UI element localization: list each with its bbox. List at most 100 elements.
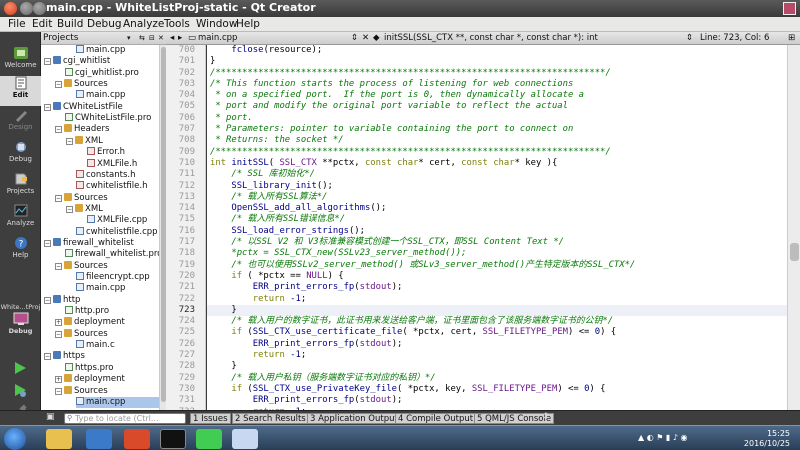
tree-item[interactable]: − Sources <box>55 260 108 272</box>
tree-item[interactable]: cwhitelistfile.h <box>76 181 147 192</box>
code-line[interactable]: *pctx = SSL_CTX_new(SSLv23_server_method… <box>207 248 787 259</box>
menu-edit[interactable]: Edit <box>32 17 52 32</box>
collapse-icon[interactable]: − <box>55 194 62 202</box>
code-line[interactable]: * port. <box>207 113 787 124</box>
tree-item[interactable]: constants.h <box>76 169 135 181</box>
explorer-task-icon[interactable] <box>46 429 72 449</box>
editor-scrollbar-thumb[interactable] <box>790 243 799 261</box>
link-icon[interactable]: ⇆ <box>139 32 145 45</box>
code-line[interactable]: SSL_load_error_strings(); <box>207 226 787 237</box>
menu-window[interactable]: Window <box>196 17 237 32</box>
toggle-sidebar-icon[interactable]: ▣ <box>46 412 55 422</box>
menu-file[interactable]: File <box>8 17 26 32</box>
code-line[interactable]: return -1; <box>207 350 787 361</box>
code-line[interactable]: /* 载入用户私钥（服务端数字证书对应的私钥）*/ <box>207 373 787 384</box>
terminal-task-icon[interactable] <box>160 429 186 449</box>
tree-item[interactable]: − cgi_whitlist <box>44 56 110 67</box>
tree-item[interactable]: − firewall_whitelist <box>44 237 134 249</box>
editor-scrollbar[interactable] <box>787 45 800 410</box>
kit-selector[interactable]: White...tProj Debug <box>0 303 41 335</box>
code-line[interactable]: * Returns: the socket */ <box>207 135 787 146</box>
virtualbox-task-icon[interactable] <box>86 429 112 449</box>
code-line[interactable]: /***************************************… <box>207 68 787 79</box>
tree-item[interactable]: XMLFile.h <box>87 158 137 170</box>
nav-back-icon[interactable]: ◂ <box>170 32 174 45</box>
tree-item[interactable]: cwhitelistfile.cpp <box>76 226 158 238</box>
code-line[interactable]: /* 载入所有SSL算法*/ <box>207 192 787 203</box>
tab-search-results[interactable]: 2 Search Results <box>232 413 309 424</box>
tree-item[interactable]: − Sources <box>55 385 108 397</box>
menu-help[interactable]: Help <box>236 17 260 32</box>
run-button[interactable] <box>12 360 28 378</box>
output-menu-icon[interactable]: ⇕ <box>542 412 550 422</box>
nav-forward-icon[interactable]: ▸ <box>178 32 182 45</box>
mode-welcome[interactable]: Welcome <box>0 46 41 76</box>
tray-icons[interactable]: ▲ ◐ ⚑ ▮ ♪ ◉ <box>638 433 688 442</box>
code-line[interactable]: SSL_library_init(); <box>207 181 787 192</box>
editor-file-tab[interactable]: main.cpp <box>198 32 237 45</box>
code-line[interactable]: ERR_print_errors_fp(stdout); <box>207 282 787 293</box>
code-line[interactable]: /* 也可以使用SSLv2_server_method() 或SLv3_serv… <box>207 260 787 271</box>
tree-item[interactable]: main.c <box>76 340 115 351</box>
projects-panel-title[interactable]: Projects <box>43 32 78 45</box>
tree-item[interactable]: − Headers <box>55 124 109 135</box>
tab-application-output[interactable]: 3 Application Output <box>307 413 401 424</box>
tree-item[interactable]: Error.h <box>87 147 125 158</box>
code-line[interactable]: int initSSL( SSL_CTX **pctx, const char*… <box>207 158 787 169</box>
code-line[interactable]: if (SSL_CTX_use_PrivateKey_file( *pctx, … <box>207 384 787 395</box>
function-dropdown-icon[interactable]: ⇕ <box>686 32 693 45</box>
code-line[interactable]: /* 以SSL V2 和 V3标准兼容模式创建一个SSL_CTX，即SSL Co… <box>207 237 787 248</box>
code-line[interactable]: ERR_print_errors_fp(stdout); <box>207 339 787 350</box>
collapse-icon[interactable]: − <box>66 137 73 145</box>
window-minimize-button[interactable] <box>20 2 33 15</box>
window-maximize-button[interactable] <box>33 2 46 15</box>
code-line[interactable]: if ( *pctx == NULL) { <box>207 271 787 282</box>
project-tree-scrollbar[interactable] <box>159 45 166 410</box>
code-line[interactable]: /* This function starts the process of l… <box>207 79 787 90</box>
mode-debug[interactable]: Debug <box>0 140 41 170</box>
code-line[interactable]: * on a specified port. If the port is 0,… <box>207 90 787 101</box>
split-editor-icon[interactable]: ⊞ <box>788 32 795 45</box>
code-line[interactable]: /* SSL 库初始化*/ <box>207 169 787 180</box>
collapse-icon[interactable]: − <box>55 387 62 395</box>
tree-item[interactable]: main.cpp <box>76 45 125 56</box>
collapse-icon[interactable]: − <box>44 353 51 361</box>
clock[interactable]: 15:25 2016/10/25 <box>744 429 790 449</box>
code-line[interactable]: /***************************************… <box>207 147 787 158</box>
tree-item[interactable]: − XML <box>66 203 103 215</box>
mode-analyze[interactable]: Analyze <box>0 204 41 234</box>
expand-icon[interactable]: + <box>55 376 62 384</box>
split-icon[interactable]: ⊟ <box>149 32 155 45</box>
expand-icon[interactable]: + <box>55 319 62 327</box>
collapse-icon[interactable]: − <box>55 330 62 338</box>
collapse-icon[interactable]: − <box>55 126 62 134</box>
code-line[interactable]: /* 载入用户的数字证书，此证书用来发送给客户端，证书里面包含了该服务端数字证书… <box>207 316 787 327</box>
tree-item[interactable]: main.cpp <box>76 90 125 101</box>
collapse-icon[interactable]: − <box>66 205 73 213</box>
tree-item[interactable]: − Sources <box>55 328 108 340</box>
tree-item[interactable]: − Sources <box>55 192 108 204</box>
window-close-button[interactable] <box>4 2 17 15</box>
tree-item[interactable]: CWhiteListFile.pro <box>65 113 151 124</box>
function-selector[interactable]: initSSL(SSL_CTX **, const char *, const … <box>384 32 598 45</box>
tab-compile-output[interactable]: 4 Compile Output <box>395 413 477 424</box>
tree-item[interactable]: − CWhiteListFile <box>44 101 123 113</box>
code-line[interactable]: } <box>207 361 787 372</box>
collapse-icon[interactable]: − <box>55 262 62 270</box>
code-line[interactable]: * Parameters: pointer to variable contai… <box>207 124 787 135</box>
tree-item[interactable]: https.pro <box>65 362 113 374</box>
collapse-icon[interactable]: − <box>44 239 51 247</box>
tree-item[interactable]: XMLFile.cpp <box>87 215 147 226</box>
window-restore-icon[interactable] <box>783 2 796 15</box>
code-line[interactable]: fclose(resource); <box>207 45 787 56</box>
code-line[interactable]: ERR_print_errors_fp(stdout); <box>207 395 787 406</box>
mode-help[interactable]: ? Help <box>0 236 41 266</box>
code-line[interactable]: /* 载入所有SSL错误信息*/ <box>207 214 787 225</box>
collapse-icon[interactable]: − <box>55 81 62 89</box>
tree-item[interactable]: fileencrypt.cpp <box>76 272 150 283</box>
qt-task-icon[interactable] <box>196 429 222 449</box>
mode-edit[interactable]: Edit <box>0 76 41 106</box>
tree-item[interactable]: cgi_whitlist.pro <box>65 67 139 79</box>
collapse-icon[interactable]: − <box>44 103 51 111</box>
dropdown-icon[interactable]: ⇕ <box>351 32 358 45</box>
